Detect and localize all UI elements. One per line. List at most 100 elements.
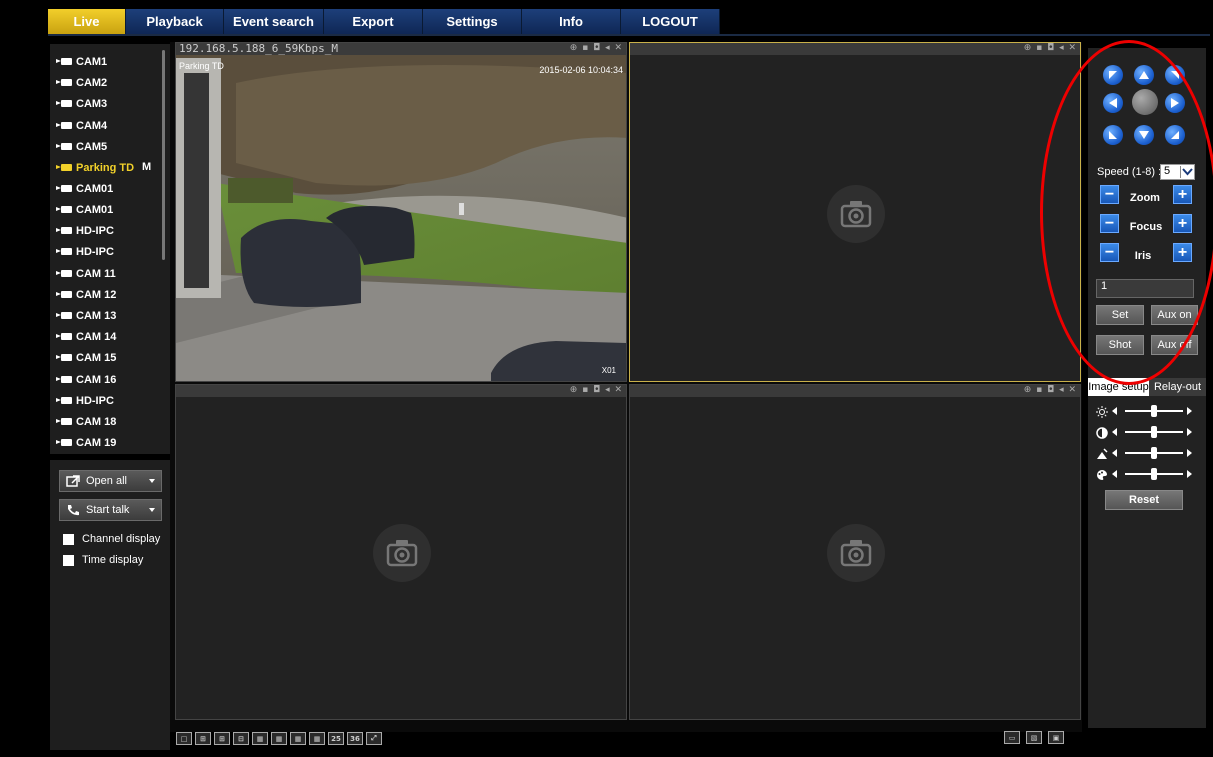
camera-icon [56, 332, 72, 341]
slider-left-arrow[interactable] [1112, 449, 1117, 457]
preset-shot-button[interactable]: Shot [1096, 335, 1144, 355]
start-talk-button[interactable]: Start talk [59, 499, 162, 521]
channel-item[interactable]: CAM5 [56, 138, 107, 155]
zoom-in-button[interactable]: + [1173, 185, 1192, 204]
slider-knob[interactable] [1151, 468, 1157, 480]
channel-item[interactable]: CAM 11 [56, 265, 116, 282]
channel-item[interactable]: HD-IPC [56, 392, 114, 409]
preset-set-button[interactable]: Set [1096, 305, 1144, 325]
iris-open-button[interactable]: + [1173, 243, 1192, 262]
stream-mobile-button[interactable]: ▣ [1048, 731, 1064, 744]
brightness-slider[interactable] [1096, 405, 1196, 418]
checkbox-box[interactable] [63, 554, 74, 566]
channel-item[interactable]: CAM4 [56, 117, 107, 134]
ptz-down-button[interactable] [1134, 125, 1154, 145]
layout-16-button[interactable]: ▦ [309, 732, 325, 745]
tile-toolbar[interactable]: ⊕ ▪ ◘ ◂ ✕ [1024, 385, 1077, 397]
camera-icon [56, 311, 72, 320]
channel-item[interactable]: CAM 19 [56, 434, 116, 451]
camera-icon [56, 205, 72, 214]
layout-36-button[interactable]: 36 [347, 732, 363, 745]
channel-list-scrollbar[interactable] [162, 50, 165, 260]
ptz-down-left-button[interactable] [1103, 125, 1123, 145]
open-all-button[interactable]: Open all [59, 470, 162, 492]
preset-number-input[interactable]: 1 [1096, 279, 1194, 298]
video-tile-1[interactable]: 192.168.5.188_6_59Kbps_M Parking TD 2015… [175, 42, 627, 382]
ptz-up-button[interactable] [1134, 65, 1154, 85]
camera-icon [56, 142, 72, 151]
tab-settings[interactable]: Settings [423, 9, 522, 34]
channel-item[interactable]: CAM 14 [56, 328, 116, 345]
layout-6-button[interactable]: ⊞ [214, 732, 230, 745]
video-tile-2[interactable]: ⊕ ▪ ◘ ◂ ✕ [629, 42, 1081, 382]
tab-relay-out[interactable]: Relay-out [1149, 378, 1206, 396]
tab-export[interactable]: Export [324, 9, 423, 34]
tab-live[interactable]: Live [48, 9, 126, 34]
aux-on-button[interactable]: Aux on [1151, 305, 1198, 325]
stream-main-button[interactable]: ▭ [1004, 731, 1020, 744]
layout-8-button[interactable]: ⊟ [233, 732, 249, 745]
ptz-up-right-button[interactable] [1165, 65, 1185, 85]
channel-item[interactable]: CAM3 [56, 95, 107, 112]
channel-item[interactable]: CAM2 [56, 74, 107, 91]
tab-logout[interactable]: LOGOUT [621, 9, 720, 34]
saturation-slider[interactable] [1096, 447, 1196, 459]
layout-1-button[interactable]: □ [176, 732, 192, 745]
channel-item[interactable]: CAM 15 [56, 349, 116, 366]
slider-right-arrow[interactable] [1187, 470, 1192, 478]
video-grid: 192.168.5.188_6_59Kbps_M Parking TD 2015… [170, 42, 1082, 732]
ptz-center-button[interactable] [1132, 89, 1158, 115]
ptz-right-button[interactable] [1165, 93, 1185, 113]
channel-item[interactable]: CAM1 [56, 53, 107, 70]
stream-info-label: 192.168.5.188_6_59Kbps_M [179, 42, 338, 55]
tile-toolbar[interactable]: ⊕ ▪ ◘ ◂ ✕ [1024, 43, 1077, 55]
aux-off-button[interactable]: Aux off [1151, 335, 1198, 355]
tab-image-setup[interactable]: Image setup [1088, 378, 1149, 396]
layout-13-button[interactable]: ▦ [290, 732, 306, 745]
slider-right-arrow[interactable] [1187, 428, 1192, 436]
layout-10-button[interactable]: ▦ [271, 732, 287, 745]
layout-4-button[interactable]: ⊞ [195, 732, 211, 745]
ptz-down-right-button[interactable] [1165, 125, 1185, 145]
tab-event-search[interactable]: Event search [224, 9, 324, 34]
channel-item[interactable]: CAM01 [56, 180, 113, 197]
fullscreen-button[interactable]: ⤢ [366, 732, 382, 745]
video-tile-4[interactable]: ⊕ ▪ ◘ ◂ ✕ [629, 384, 1081, 720]
channel-item[interactable]: CAM 18 [56, 413, 116, 430]
checkbox-box[interactable] [63, 533, 74, 545]
slider-left-arrow[interactable] [1112, 407, 1117, 415]
contrast-slider[interactable] [1096, 426, 1196, 439]
ptz-up-left-button[interactable] [1103, 65, 1123, 85]
ptz-left-button[interactable] [1103, 93, 1123, 113]
slider-left-arrow[interactable] [1112, 428, 1117, 436]
time-display-checkbox[interactable]: Time display [63, 553, 143, 567]
tile-toolbar[interactable]: ⊕ ▪ ◘ ◂ ✕ [570, 43, 623, 55]
slider-left-arrow[interactable] [1112, 470, 1117, 478]
channel-item[interactable]: CAM01 [56, 201, 113, 218]
image-reset-button[interactable]: Reset [1105, 490, 1183, 510]
slider-knob[interactable] [1151, 426, 1157, 438]
channel-display-checkbox[interactable]: Channel display [63, 532, 160, 546]
video-tile-3[interactable]: ⊕ ▪ ◘ ◂ ✕ [175, 384, 627, 720]
hue-slider[interactable] [1096, 468, 1196, 480]
focus-far-button[interactable]: + [1173, 214, 1192, 233]
tab-info[interactable]: Info [522, 9, 621, 34]
channel-item[interactable]: HD-IPC [56, 243, 114, 260]
slider-right-arrow[interactable] [1187, 449, 1192, 457]
speed-select[interactable]: 5 [1160, 164, 1195, 180]
channel-item[interactable]: HD-IPC [56, 222, 114, 239]
tab-playback[interactable]: Playback [126, 9, 224, 34]
slider-knob[interactable] [1151, 447, 1157, 459]
channel-item-selected[interactable]: Parking TD [56, 159, 134, 176]
channel-item[interactable]: CAM 16 [56, 371, 116, 388]
layout-9-button[interactable]: ▦ [252, 732, 268, 745]
slider-knob[interactable] [1151, 405, 1157, 417]
camera-placeholder-icon [373, 524, 431, 582]
camera-icon [56, 353, 72, 362]
layout-25-button[interactable]: 25 [328, 732, 344, 745]
slider-right-arrow[interactable] [1187, 407, 1192, 415]
tile-toolbar[interactable]: ⊕ ▪ ◘ ◂ ✕ [570, 385, 623, 397]
channel-item[interactable]: CAM 13 [56, 307, 116, 324]
channel-item[interactable]: CAM 12 [56, 286, 116, 303]
stream-sub-button[interactable]: ▧ [1026, 731, 1042, 744]
